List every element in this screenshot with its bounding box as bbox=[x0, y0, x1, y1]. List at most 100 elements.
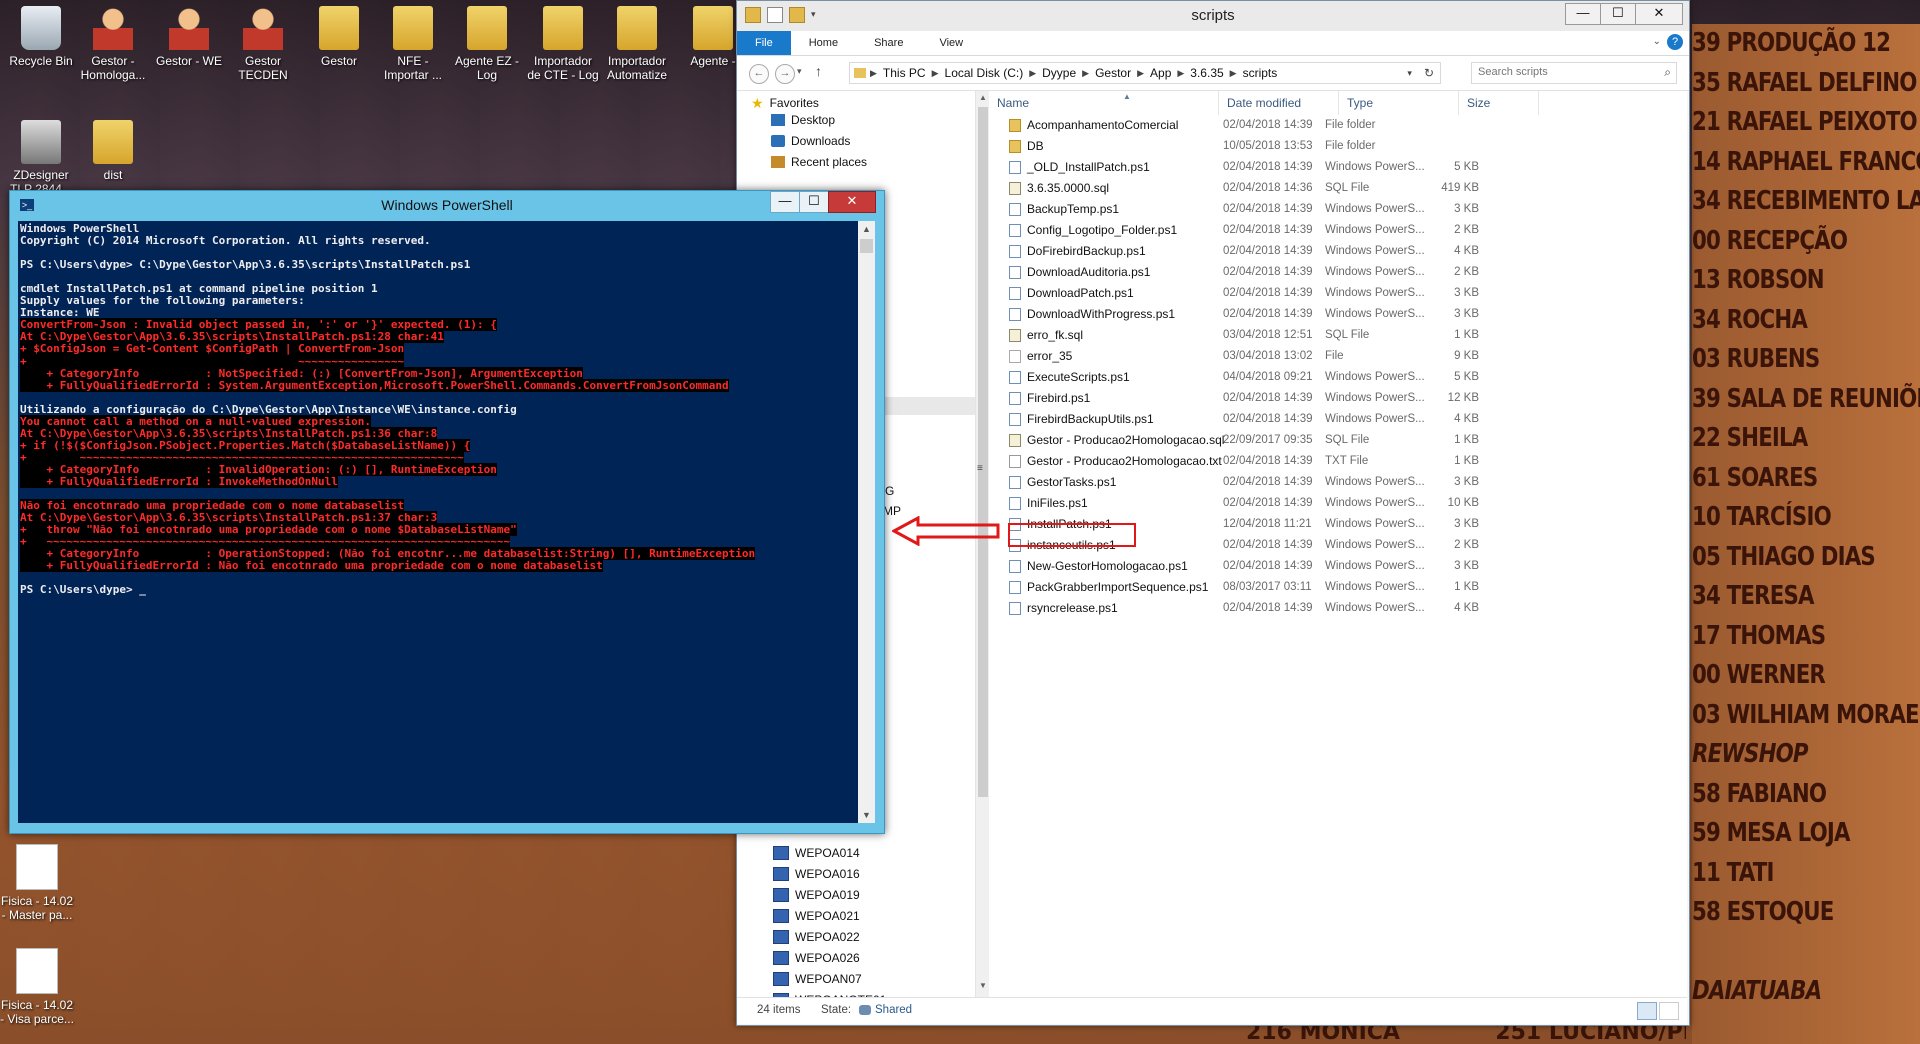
desktop-shortcut[interactable]: Gestor - WE bbox=[152, 6, 226, 68]
file-row[interactable]: IniFiles.ps1 02/04/2018 14:39 Windows Powe… bbox=[989, 493, 1589, 514]
nav-downloads[interactable]: Downloads bbox=[771, 131, 850, 151]
scroll-up-icon[interactable]: ▲ bbox=[858, 221, 875, 237]
console-scrollbar[interactable]: ▲ ▼ bbox=[858, 221, 875, 823]
column-header-date[interactable]: Date modified bbox=[1219, 91, 1339, 115]
file-type: Windows PowerS... bbox=[1325, 581, 1425, 593]
nav-computer-item[interactable]: WEPOA014 bbox=[773, 843, 860, 863]
refresh-icon[interactable]: ↻ bbox=[1418, 66, 1440, 80]
minimize-button[interactable]: — bbox=[770, 191, 800, 213]
file-row[interactable]: ExecuteScripts.ps1 04/04/2018 09:21 Window… bbox=[989, 367, 1589, 388]
desktop-shortcut[interactable]: NFE - Importar ... bbox=[376, 6, 450, 82]
desktop-shortcut[interactable]: Fisica - 14.02 - Master pa... bbox=[0, 844, 74, 922]
up-button[interactable]: ↑ bbox=[815, 63, 822, 79]
forward-button[interactable]: → bbox=[775, 64, 795, 84]
file-row[interactable]: FirebirdBackupUtils.ps1 02/04/2018 14:39 W… bbox=[989, 409, 1589, 430]
file-row[interactable]: erro_fk.sql 03/04/2018 12:51 SQL File 1 KB bbox=[989, 325, 1589, 346]
file-row[interactable]: 3.6.35.0000.sql 02/04/2018 14:36 SQL File 4… bbox=[989, 178, 1589, 199]
chevron-right-icon[interactable]: ▶ bbox=[1137, 68, 1144, 79]
desktop-shortcut[interactable]: Importador Automatize bbox=[600, 6, 674, 82]
breadcrumb-app[interactable]: App bbox=[1144, 66, 1177, 80]
desktop-shortcut[interactable]: Importador de CTE - Log bbox=[526, 6, 600, 82]
chevron-right-icon[interactable]: ▶ bbox=[1029, 68, 1036, 79]
file-row[interactable]: Gestor - Producao2Homologacao.txt 02/04/2… bbox=[989, 451, 1589, 472]
nav-desktop[interactable]: Desktop bbox=[771, 110, 835, 130]
file-row[interactable]: Firebird.ps1 02/04/2018 14:39 Windows Powe… bbox=[989, 388, 1589, 409]
tab-file[interactable]: File bbox=[737, 31, 791, 55]
maximize-button[interactable]: ☐ bbox=[799, 191, 829, 213]
desktop-shortcut[interactable]: ZDesigner TLP 2844... bbox=[4, 120, 78, 196]
search-input[interactable] bbox=[1472, 63, 1654, 81]
nav-computer-item[interactable]: WEPOA016 bbox=[773, 864, 860, 884]
tab-view[interactable]: View bbox=[921, 37, 981, 49]
nav-computer-item[interactable]: WEPOAN07 bbox=[773, 969, 862, 989]
desktop-shortcut[interactable]: Recycle Bin bbox=[4, 6, 78, 68]
file-row[interactable]: GestorTasks.ps1 02/04/2018 14:39 Windows P… bbox=[989, 472, 1589, 493]
details-view-icon[interactable] bbox=[1637, 1002, 1657, 1020]
file-row[interactable]: rsyncrelease.ps1 02/04/2018 14:39 Windows … bbox=[989, 598, 1589, 619]
nav-computer-item[interactable]: WEPOA021 bbox=[773, 906, 860, 926]
tab-share[interactable]: Share bbox=[856, 37, 921, 49]
file-row[interactable]: New-GestorHomologacao.ps1 02/04/2018 14:3… bbox=[989, 556, 1589, 577]
scrollbar-thumb[interactable] bbox=[978, 107, 988, 797]
chevron-right-icon[interactable]: ▶ bbox=[1177, 68, 1184, 79]
breadcrumb-local-disk[interactable]: Local Disk (C:) bbox=[939, 66, 1030, 80]
file-row[interactable]: Gestor - Producao2Homologacao.sql 22/09/2… bbox=[989, 430, 1589, 451]
nav-computer-item[interactable]: WEPOA019 bbox=[773, 885, 860, 905]
file-type: Windows PowerS... bbox=[1325, 476, 1425, 488]
file-row[interactable]: PackGrabberImportSequence.ps1 08/03/2017 … bbox=[989, 577, 1589, 598]
file-row[interactable]: DownloadPatch.ps1 02/04/2018 14:39 Windows… bbox=[989, 283, 1589, 304]
expand-ribbon-icon[interactable]: ⌄ bbox=[1653, 36, 1661, 47]
maximize-button[interactable]: ☐ bbox=[1600, 3, 1636, 25]
search-icon[interactable]: ⌕ bbox=[1664, 65, 1671, 80]
scroll-up-icon[interactable]: ▲ bbox=[976, 91, 990, 105]
scroll-down-icon[interactable]: ▼ bbox=[976, 979, 990, 993]
file-row[interactable]: BackupTemp.ps1 02/04/2018 14:39 Windows Po… bbox=[989, 199, 1589, 220]
chevron-right-icon[interactable]: ▶ bbox=[1082, 68, 1089, 79]
close-button[interactable]: ✕ bbox=[1635, 3, 1683, 25]
desktop-shortcut-label: Importador Automatize bbox=[606, 54, 668, 82]
chevron-right-icon[interactable]: ▶ bbox=[870, 68, 877, 79]
desktop-shortcut[interactable]: Gestor - Homologa... bbox=[76, 6, 150, 82]
console-output[interactable]: Windows PowerShell Copyright (C) 2014 Mi… bbox=[18, 221, 858, 823]
breadcrumb-scripts[interactable]: scripts bbox=[1237, 66, 1284, 80]
column-header-size[interactable]: Size bbox=[1459, 91, 1539, 115]
nav-recent-places[interactable]: Recent places bbox=[771, 152, 867, 172]
breadcrumb-this-pc[interactable]: This PC bbox=[877, 66, 932, 80]
breadcrumb-dype[interactable]: Dyype bbox=[1036, 66, 1082, 80]
address-dropdown-icon[interactable]: ▾ bbox=[1401, 68, 1418, 79]
desktop-shortcut[interactable]: Agente EZ - Log bbox=[450, 6, 524, 82]
splitter-grip-icon[interactable]: ≡ bbox=[977, 463, 983, 474]
scroll-down-icon[interactable]: ▼ bbox=[858, 807, 875, 823]
close-button[interactable]: ✕ bbox=[828, 191, 876, 213]
chevron-right-icon[interactable]: ▶ bbox=[1230, 68, 1237, 79]
desktop-shortcut[interactable]: dist bbox=[76, 120, 150, 182]
desktop-shortcut[interactable]: Gestor TECDEN bbox=[226, 6, 300, 82]
search-box[interactable]: ⌕ bbox=[1471, 62, 1677, 84]
file-row[interactable]: AcompanhamentoComercial 02/04/2018 14:39 F… bbox=[989, 115, 1589, 136]
file-row[interactable]: Config_Logotipo_Folder.ps1 02/04/2018 14:… bbox=[989, 220, 1589, 241]
scrollbar-thumb[interactable] bbox=[860, 239, 873, 253]
explorer-titlebar[interactable]: ▾ scripts — ☐ ✕ bbox=[737, 1, 1689, 31]
nav-computer-item[interactable]: WEPOA026 bbox=[773, 948, 860, 968]
file-row[interactable]: _OLD_InstallPatch.ps1 02/04/2018 14:39 Win… bbox=[989, 157, 1589, 178]
file-row[interactable]: DownloadAuditoria.ps1 02/04/2018 14:39 Win… bbox=[989, 262, 1589, 283]
file-row[interactable]: DB 10/05/2018 13:53 File folder bbox=[989, 136, 1589, 157]
desktop-shortcut[interactable]: Fisica - 14.02 - Visa parce... bbox=[0, 948, 74, 1026]
tab-home[interactable]: Home bbox=[791, 37, 856, 49]
breadcrumb[interactable]: ▶ This PC ▶ Local Disk (C:) ▶ Dyype ▶ Ge… bbox=[849, 62, 1441, 84]
breadcrumb-version[interactable]: 3.6.35 bbox=[1184, 66, 1229, 80]
large-icons-view-icon[interactable] bbox=[1659, 1002, 1679, 1020]
file-row[interactable]: DoFirebirdBackup.ps1 02/04/2018 14:39 Wind… bbox=[989, 241, 1589, 262]
desktop-shortcut[interactable]: Gestor bbox=[302, 6, 376, 68]
help-icon[interactable]: ? bbox=[1667, 34, 1683, 50]
column-header-type[interactable]: Type bbox=[1339, 91, 1459, 115]
chevron-right-icon[interactable]: ▶ bbox=[932, 68, 939, 79]
column-header-name[interactable]: Name ▲ bbox=[989, 91, 1219, 115]
breadcrumb-gestor[interactable]: Gestor bbox=[1089, 66, 1137, 80]
minimize-button[interactable]: — bbox=[1565, 3, 1601, 25]
recent-locations-icon[interactable]: ▾ bbox=[797, 66, 802, 77]
nav-computer-item[interactable]: WEPOA022 bbox=[773, 927, 860, 947]
file-row[interactable]: DownloadWithProgress.ps1 02/04/2018 14:39… bbox=[989, 304, 1589, 325]
file-row[interactable]: error_35 03/04/2018 13:02 File 9 KB bbox=[989, 346, 1589, 367]
back-button[interactable]: ← bbox=[749, 64, 769, 84]
